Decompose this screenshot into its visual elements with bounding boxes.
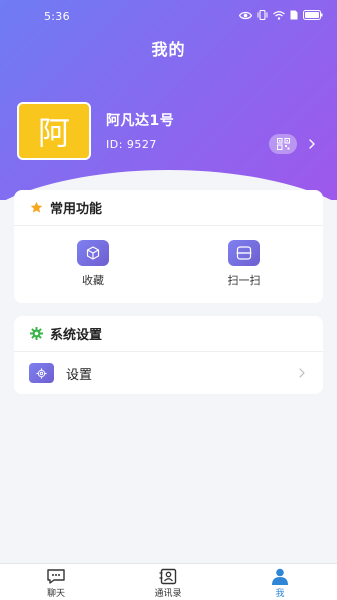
wifi-icon [273,10,285,20]
sim-icon [290,10,298,20]
favorites-label: 收藏 [82,274,104,287]
tab-chat[interactable]: 聊天 [26,568,86,599]
cube-icon [86,246,100,260]
settings-icon-wrap [29,363,54,383]
eye-icon [239,11,252,19]
avatar[interactable]: 阿 [17,102,91,160]
settings-row[interactable]: 设置 [14,356,323,390]
scan-icon-wrap [228,240,260,266]
chat-icon [47,569,65,584]
contacts-icon [159,568,177,585]
scan-icon [236,246,252,260]
status-bar: 5:36 [0,0,337,30]
gear-icon [36,367,47,379]
scan-label: 扫一扫 [227,274,261,287]
status-icons [239,10,323,20]
cube-icon-wrap [77,240,109,266]
bottom-tab-bar: 聊天 通讯录 我 [0,563,337,600]
tab-contacts-label: 通讯录 [154,589,182,599]
scan-button[interactable]: 扫一扫 [209,240,279,288]
tab-me-label: 我 [275,589,285,599]
common-functions-title: 常用功能 [50,202,103,217]
status-time: 5:36 [44,10,70,23]
profile-screen: 5:36 我的 阿 阿凡达1号 ID: 9527 常用功能 收藏 扫一扫 系统设… [0,0,337,600]
tab-chat-label: 聊天 [46,589,65,599]
page-title: 我的 [151,40,186,59]
qr-code-icon [276,138,290,150]
vibrate-icon [257,10,268,20]
system-settings-card: 系统设置 设置 [14,316,323,394]
battery-icon [303,10,323,20]
tab-me[interactable]: 我 [250,568,310,599]
qr-code-button[interactable] [269,134,297,154]
system-settings-header: 系统设置 [14,316,323,352]
star-icon [30,201,43,213]
username: 阿凡达1号 [106,113,175,129]
common-functions-header: 常用功能 [14,190,323,226]
common-functions-card: 常用功能 收藏 扫一扫 [14,190,323,303]
person-icon [272,568,288,585]
system-settings-title: 系统设置 [50,328,103,343]
gear-icon [30,327,43,340]
chevron-right-icon [299,368,305,378]
chevron-right-icon[interactable] [305,137,319,151]
user-id: ID: 9527 [106,138,157,151]
favorites-button[interactable]: 收藏 [58,240,128,288]
tab-contacts[interactable]: 通讯录 [138,568,198,599]
settings-label: 设置 [66,367,93,383]
